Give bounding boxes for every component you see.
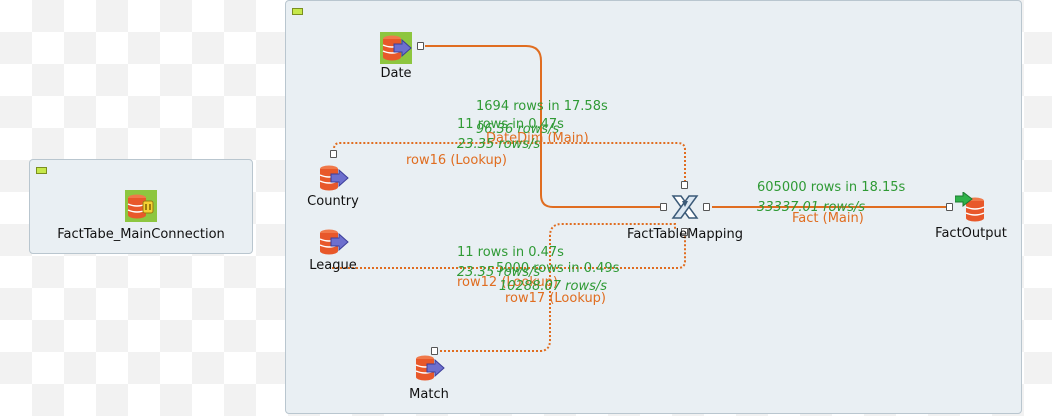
conn-stat-rows: 11 rows in 0.47s xyxy=(457,117,564,132)
conn-name-row16[interactable]: row16 (Lookup) xyxy=(406,153,507,168)
conn-stat-rows: 1694 rows in 17.58s xyxy=(476,99,608,114)
database-output-icon xyxy=(955,192,985,222)
database-input-icon xyxy=(415,355,445,381)
label-datedim[interactable]: 1694 rows in 17.58s xyxy=(476,99,608,114)
output-port[interactable] xyxy=(330,150,337,158)
component-label: FactTabe_MainConnection xyxy=(57,227,225,242)
database-input-icon xyxy=(319,229,349,255)
component-label: FactOutput xyxy=(935,226,1007,241)
component-label: Country xyxy=(307,194,359,209)
output-port[interactable] xyxy=(703,203,710,211)
database-connection-icon xyxy=(125,190,157,222)
component-label: Date xyxy=(380,66,412,81)
output-port[interactable] xyxy=(417,42,424,50)
conn-stat-rows: 5000 rows in 0.49s xyxy=(496,261,620,276)
connection-links xyxy=(332,45,950,352)
component-label: Match xyxy=(409,387,449,402)
database-input-icon xyxy=(380,32,412,64)
component-label: FactTableMapping xyxy=(627,227,743,242)
conn-stat-rows: 11 rows in 0.47s xyxy=(457,245,564,260)
input-port[interactable] xyxy=(946,203,953,211)
component-label: League xyxy=(309,258,357,273)
lookup-port[interactable] xyxy=(681,181,688,189)
conn-name-row17[interactable]: row17 (Lookup) xyxy=(505,291,606,306)
database-input-icon xyxy=(319,165,349,191)
conn-name-fact[interactable]: Fact (Main) xyxy=(792,211,864,226)
main-input-port[interactable] xyxy=(660,203,667,211)
conn-stat-rate: 23.35 rows/s xyxy=(457,137,541,152)
tmap-cross-icon xyxy=(671,195,699,219)
conn-stat-rows: 605000 rows in 18.15s xyxy=(757,180,906,195)
